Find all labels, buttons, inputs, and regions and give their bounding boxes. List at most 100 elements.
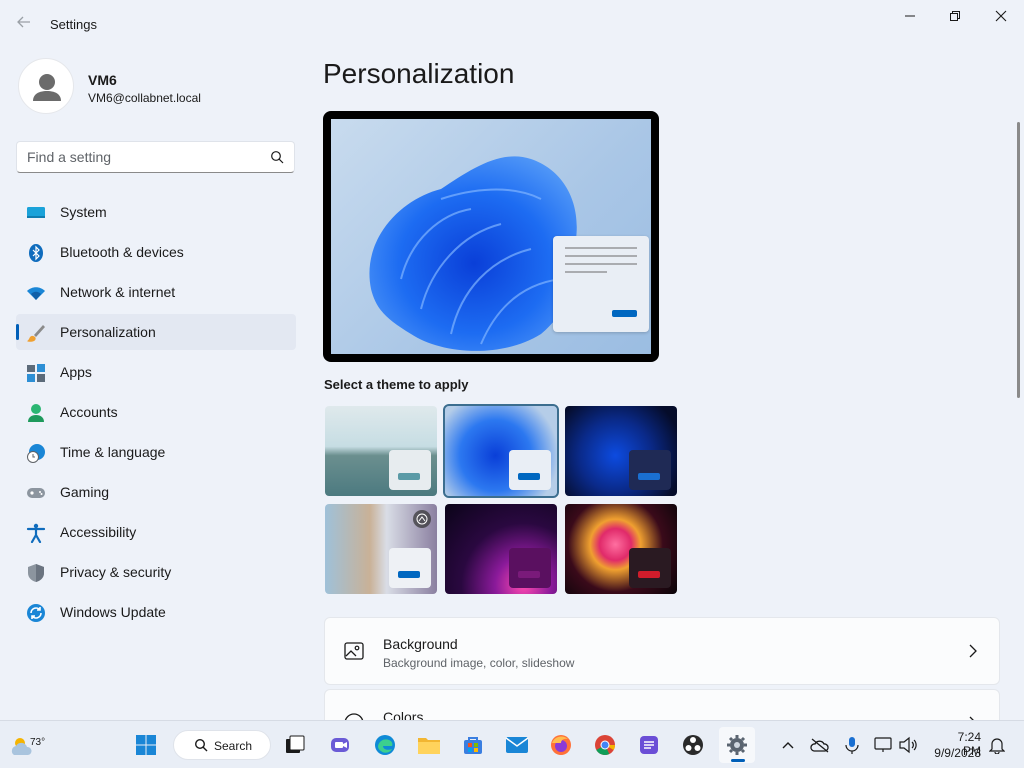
notifications-button[interactable]	[987, 735, 1007, 755]
theme-tile-glow-lake[interactable]	[325, 406, 437, 496]
close-icon	[995, 10, 1007, 22]
store-bag-icon	[464, 737, 482, 754]
theme-mini-window	[509, 450, 551, 490]
sidebar-item-gaming[interactable]: Gaming	[16, 474, 296, 510]
user-profile[interactable]: VM6 VM6@collabnet.local	[18, 58, 298, 118]
sidebar-item-system[interactable]: System	[16, 194, 296, 230]
wallpaper-preview	[331, 119, 651, 354]
speaker-icon	[899, 736, 917, 754]
edge-browser-icon	[375, 735, 395, 755]
start-button[interactable]	[128, 727, 164, 763]
microphone-tray[interactable]	[842, 735, 862, 755]
minimize-button[interactable]	[887, 0, 933, 32]
brush-icon	[26, 323, 46, 343]
card-subtitle: Background image, color, slideshow	[383, 656, 575, 670]
clock-date[interactable]: 9/9/2023	[931, 746, 981, 760]
back-button[interactable]	[14, 14, 34, 34]
task-view-button[interactable]	[277, 727, 313, 763]
theme-badge-icon	[413, 510, 431, 528]
settings-search[interactable]	[16, 141, 295, 173]
sidebar-nav: System Bluetooth & devices Network & int…	[16, 194, 296, 634]
edge-button[interactable]	[367, 727, 403, 763]
user-avatar-icon	[33, 74, 61, 101]
windows-logo-icon	[136, 735, 156, 755]
chrome-button[interactable]	[587, 727, 623, 763]
accessibility-icon	[26, 523, 46, 543]
palette-icon	[344, 713, 364, 720]
app-title: Settings	[50, 17, 97, 32]
weather-widget[interactable]: 73°	[8, 729, 45, 761]
minimize-icon	[905, 15, 915, 17]
scrollbar[interactable]	[1017, 122, 1020, 398]
taskbar-search-label: Search	[214, 739, 253, 753]
theme-tile-flow[interactable]	[565, 504, 677, 594]
theme-tile-captured-motion[interactable]	[325, 504, 437, 594]
theme-mini-window	[629, 450, 671, 490]
network-tray[interactable]	[873, 735, 893, 755]
sidebar-item-accessibility[interactable]: Accessibility	[16, 514, 296, 550]
sidebar-item-apps[interactable]: Apps	[16, 354, 296, 390]
user-email: VM6@collabnet.local	[88, 91, 201, 105]
restore-icon	[950, 11, 960, 21]
sidebar-item-accounts[interactable]: Accounts	[16, 394, 296, 430]
image-icon	[344, 642, 364, 660]
task-view-icon	[286, 735, 305, 753]
sidebar-item-label: Bluetooth & devices	[60, 244, 184, 260]
sidebar-item-label: Personalization	[60, 324, 156, 340]
notes-app-button[interactable]	[631, 727, 667, 763]
file-explorer-button[interactable]	[411, 727, 447, 763]
sidebar-item-privacy[interactable]: Privacy & security	[16, 554, 296, 590]
sidebar-item-label: Apps	[60, 364, 92, 380]
wifi-icon	[26, 283, 46, 303]
obs-icon	[683, 735, 703, 755]
sidebar-item-label: Network & internet	[60, 284, 176, 300]
sidebar-item-bluetooth[interactable]: Bluetooth & devices	[16, 234, 296, 270]
theme-tile-windows-dark[interactable]	[565, 406, 677, 496]
sidebar-item-label: Accessibility	[60, 524, 137, 540]
theme-tile-glow[interactable]	[445, 504, 557, 594]
obs-button[interactable]	[675, 727, 711, 763]
volume-tray[interactable]	[898, 735, 918, 755]
restore-button[interactable]	[932, 0, 978, 32]
gear-icon	[727, 735, 747, 755]
card-title: Background	[383, 636, 458, 652]
theme-mini-window	[389, 450, 431, 490]
mail-button[interactable]	[499, 727, 535, 763]
theme-mini-window	[509, 548, 551, 588]
store-button[interactable]	[455, 727, 491, 763]
sidebar-item-network[interactable]: Network & internet	[16, 274, 296, 310]
sidebar-item-label: Gaming	[60, 484, 110, 500]
update-icon	[26, 603, 46, 623]
close-button[interactable]	[978, 0, 1024, 32]
search-icon	[271, 151, 284, 164]
chevron-right-icon	[969, 644, 977, 658]
bluetooth-icon	[26, 243, 46, 263]
settings-app-button[interactable]	[719, 727, 755, 763]
teams-button[interactable]	[322, 727, 358, 763]
bell-icon	[989, 738, 1005, 754]
sidebar-item-label: Accounts	[60, 404, 118, 420]
meet-camera-icon	[331, 738, 349, 752]
folder-icon	[418, 738, 440, 754]
firefox-button[interactable]	[543, 727, 579, 763]
sidebar-item-windows-update[interactable]: Windows Update	[16, 594, 296, 630]
taskbar-search[interactable]: Search	[173, 730, 271, 760]
preview-window	[553, 236, 649, 332]
accounts-icon	[26, 403, 46, 423]
avatar	[18, 58, 74, 114]
microphone-icon	[845, 737, 859, 754]
theme-section-label: Select a theme to apply	[324, 377, 469, 392]
colors-setting-card[interactable]: Colors	[324, 689, 1000, 720]
search-icon	[194, 738, 208, 752]
theme-tile-windows-light[interactable]	[443, 404, 559, 498]
background-setting-card[interactable]: Background Background image, color, slid…	[324, 617, 1000, 685]
sidebar-item-personalization[interactable]: Personalization	[16, 314, 296, 350]
onedrive-tray[interactable]	[810, 735, 830, 755]
sidebar-item-time-language[interactable]: Time & language	[16, 434, 296, 470]
show-hidden-icons-button[interactable]	[778, 735, 798, 755]
title-bar: Settings	[0, 0, 1024, 48]
theme-preview	[323, 111, 659, 362]
chrome-icon	[595, 735, 616, 755]
search-input[interactable]	[17, 142, 257, 172]
theme-mini-window	[629, 548, 671, 588]
